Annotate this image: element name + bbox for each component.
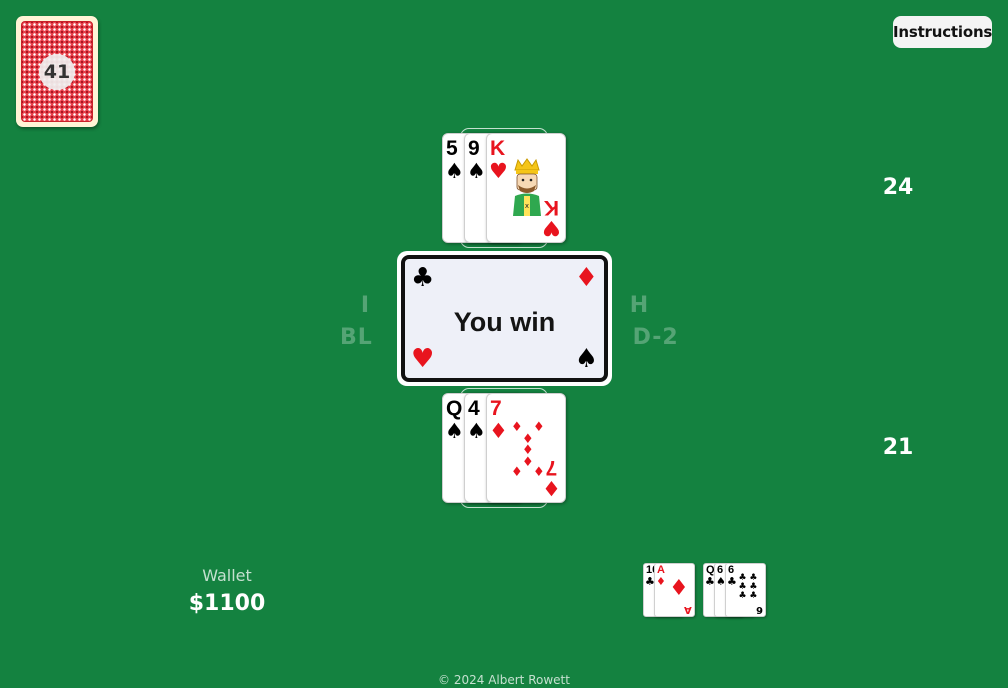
- club-icon: ♣: [727, 575, 737, 588]
- card-rank: 4: [468, 397, 480, 420]
- club-icon: ♣: [411, 263, 435, 293]
- diamond-pip-icon: ♦: [511, 465, 523, 480]
- player-score: 21: [882, 435, 914, 460]
- spade-icon: ♠: [467, 419, 486, 443]
- card-corner-bottom: ♥ K: [542, 196, 561, 240]
- svg-text:x: x: [525, 202, 529, 210]
- dealer-score: 24: [882, 175, 914, 200]
- wallet-label: Wallet: [202, 566, 252, 585]
- hand-history: 10 ♣ A ♦ ♦ A Q ♣ 6 ♠ 6 ♣ ♣ ♣ ♣ ♣ ♣ ♣ 6: [643, 563, 769, 619]
- copyright-footer: © 2024 Albert Rowett: [438, 673, 570, 687]
- diamond-icon: ♦: [656, 575, 666, 588]
- deck[interactable]: 41: [16, 16, 98, 127]
- history-card: A ♦ ♦ A: [654, 563, 695, 617]
- result-banner: ♣ ♦ ♥ ♠ You win: [397, 251, 612, 386]
- wallet-amount: $1100: [188, 591, 266, 616]
- dealer-card: K ♥ x ♥ K: [486, 133, 566, 243]
- card-corner-bottom: ♦ 7: [542, 456, 561, 500]
- diamond-icon: ♦: [489, 419, 508, 443]
- heart-icon: ♥: [542, 216, 561, 240]
- diamond-icon: ♦: [542, 476, 561, 500]
- diamond-pip-icon: ♦: [511, 420, 523, 435]
- card-rank: K: [490, 137, 506, 160]
- history-card: 6 ♣ ♣ ♣ ♣ ♣ ♣ ♣ 6: [725, 563, 766, 617]
- instructions-button[interactable]: Instructions: [893, 16, 992, 48]
- card-rank: 6: [756, 604, 763, 615]
- card-rank: K: [544, 196, 560, 219]
- card-rank: 9: [468, 137, 480, 160]
- card-back-icon: 41: [21, 21, 93, 122]
- club-pips-icon: ♣ ♣ ♣ ♣ ♣ ♣: [738, 573, 758, 601]
- spade-icon: ♠: [445, 419, 464, 443]
- heart-icon: ♥: [489, 159, 508, 183]
- king-face-icon: x: [513, 158, 541, 216]
- card-rank: 7: [490, 397, 502, 420]
- diamond-icon: ♦: [574, 263, 598, 293]
- heart-icon: ♥: [411, 344, 435, 374]
- spade-icon: ♠: [467, 159, 486, 183]
- diamond-pip-icon: ♦: [522, 455, 534, 470]
- spade-icon: ♠: [445, 159, 464, 183]
- card-rank: A: [684, 604, 692, 615]
- deck-count-badge: 41: [39, 53, 75, 90]
- card-rank: 7: [545, 456, 558, 479]
- card-rank: Q: [446, 397, 463, 420]
- diamond-pip-icon: ♦: [669, 576, 689, 601]
- spade-icon: ♠: [574, 344, 598, 374]
- card-rank: 5: [446, 137, 458, 160]
- player-card: 7 ♦ ♦ ♦ ♦ ♦ ♦ ♦ ♦ ♦ 7: [486, 393, 566, 503]
- diamond-pip-icon: ♦: [533, 420, 545, 435]
- result-text: You win: [453, 307, 556, 337]
